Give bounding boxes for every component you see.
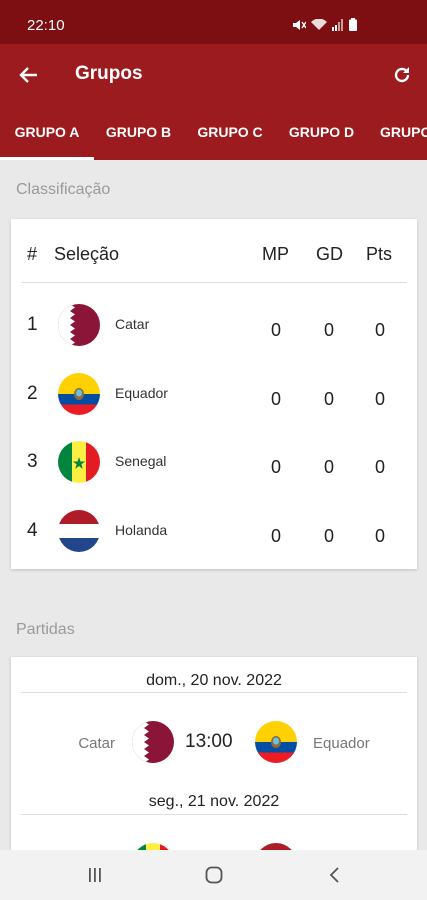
match-time: 13:00 [185,731,233,752]
page-title: Grupos [75,63,143,84]
team-name: Senegal [115,453,167,469]
ecuador-flag-icon [58,373,100,415]
team-mp: 0 [271,457,282,477]
qatar-flag-icon [58,304,100,346]
standings-card: # Seleção MP GD Pts 1 Catar 0 0 0 2 Equa… [11,219,417,569]
date-divider [21,692,407,693]
team-pts: 0 [375,389,386,409]
home-icon [205,866,223,884]
header-gd: GD [316,244,343,264]
team-mp: 0 [271,320,282,340]
signal-icon [332,18,343,31]
tab-indicator [0,157,94,160]
team-position: 1 [27,314,38,335]
team-name: Equador [115,385,168,401]
group-tabs: GRUPO A GRUPO B GRUPO C GRUPO D GRUPO E [0,106,427,160]
standings-row[interactable]: 4 Holanda 0 0 0 [11,500,417,568]
standings-row[interactable]: 3 Senegal 0 0 0 [11,431,417,499]
back-button[interactable] [14,60,44,90]
team-name: Catar [115,316,150,332]
status-bar: 22:10 [0,0,427,44]
match-date: dom., 20 nov. 2022 [146,672,282,689]
home-button[interactable] [194,860,234,890]
recent-apps-button[interactable] [75,860,115,890]
team-mp: 0 [271,389,282,409]
battery-icon [349,18,357,31]
team-position: 2 [27,383,38,404]
team-name: Holanda [115,522,168,538]
team-gd: 0 [324,320,335,340]
team-position: 3 [27,451,38,472]
status-time: 22:10 [27,17,65,34]
arrow-back-icon [19,67,37,83]
system-nav-bar [0,850,427,900]
back-nav-button[interactable] [314,860,354,890]
match-date: seg., 21 nov. 2022 [148,793,280,810]
tab-group-b[interactable]: GRUPO B [94,106,183,160]
refresh-button[interactable] [387,60,417,90]
qatar-flag-icon [132,721,174,763]
match-row[interactable]: Catar 13:00 Equador [11,717,417,767]
team-gd: 0 [324,389,335,409]
senegal-flag-icon [58,441,100,483]
status-icons [292,18,357,31]
mute-icon [293,19,306,30]
team-pts: 0 [375,526,386,546]
chevron-left-icon [329,867,339,883]
matches-section-label: Partidas [16,621,75,638]
standings-section-label: Classificação [16,181,111,198]
header-mp: MP [262,244,289,264]
tab-group-e[interactable]: GRUPO E [367,106,427,160]
wifi-icon [311,18,327,30]
tab-group-a[interactable]: GRUPO A [0,106,94,160]
team-gd: 0 [324,457,335,477]
tab-group-c[interactable]: GRUPO C [183,106,277,160]
header-team: Seleção [54,244,120,264]
netherlands-flag-icon [58,510,100,552]
standings-row[interactable]: 1 Catar 0 0 0 [11,294,417,362]
date-divider [21,814,407,815]
header-divider [21,282,407,283]
header-pts: Pts [366,244,393,264]
tab-group-d[interactable]: GRUPO D [277,106,366,160]
standings-header: # Seleção MP GD Pts [11,219,417,283]
home-team-name: Catar [78,735,115,752]
team-pts: 0 [375,457,386,477]
standings-row[interactable]: 2 Equador 0 0 0 [11,363,417,431]
team-pts: 0 [375,320,386,340]
recent-apps-icon [89,868,101,882]
app-bar: Grupos [0,44,427,106]
team-position: 4 [27,520,38,541]
team-mp: 0 [271,526,282,546]
away-team-name: Equador [313,735,370,752]
matches-card: dom., 20 nov. 2022 Catar 13:00 Equador s… [11,657,417,885]
team-gd: 0 [324,526,335,546]
ecuador-flag-icon [255,721,297,763]
header-pos: # [27,244,38,264]
refresh-icon [394,67,410,83]
